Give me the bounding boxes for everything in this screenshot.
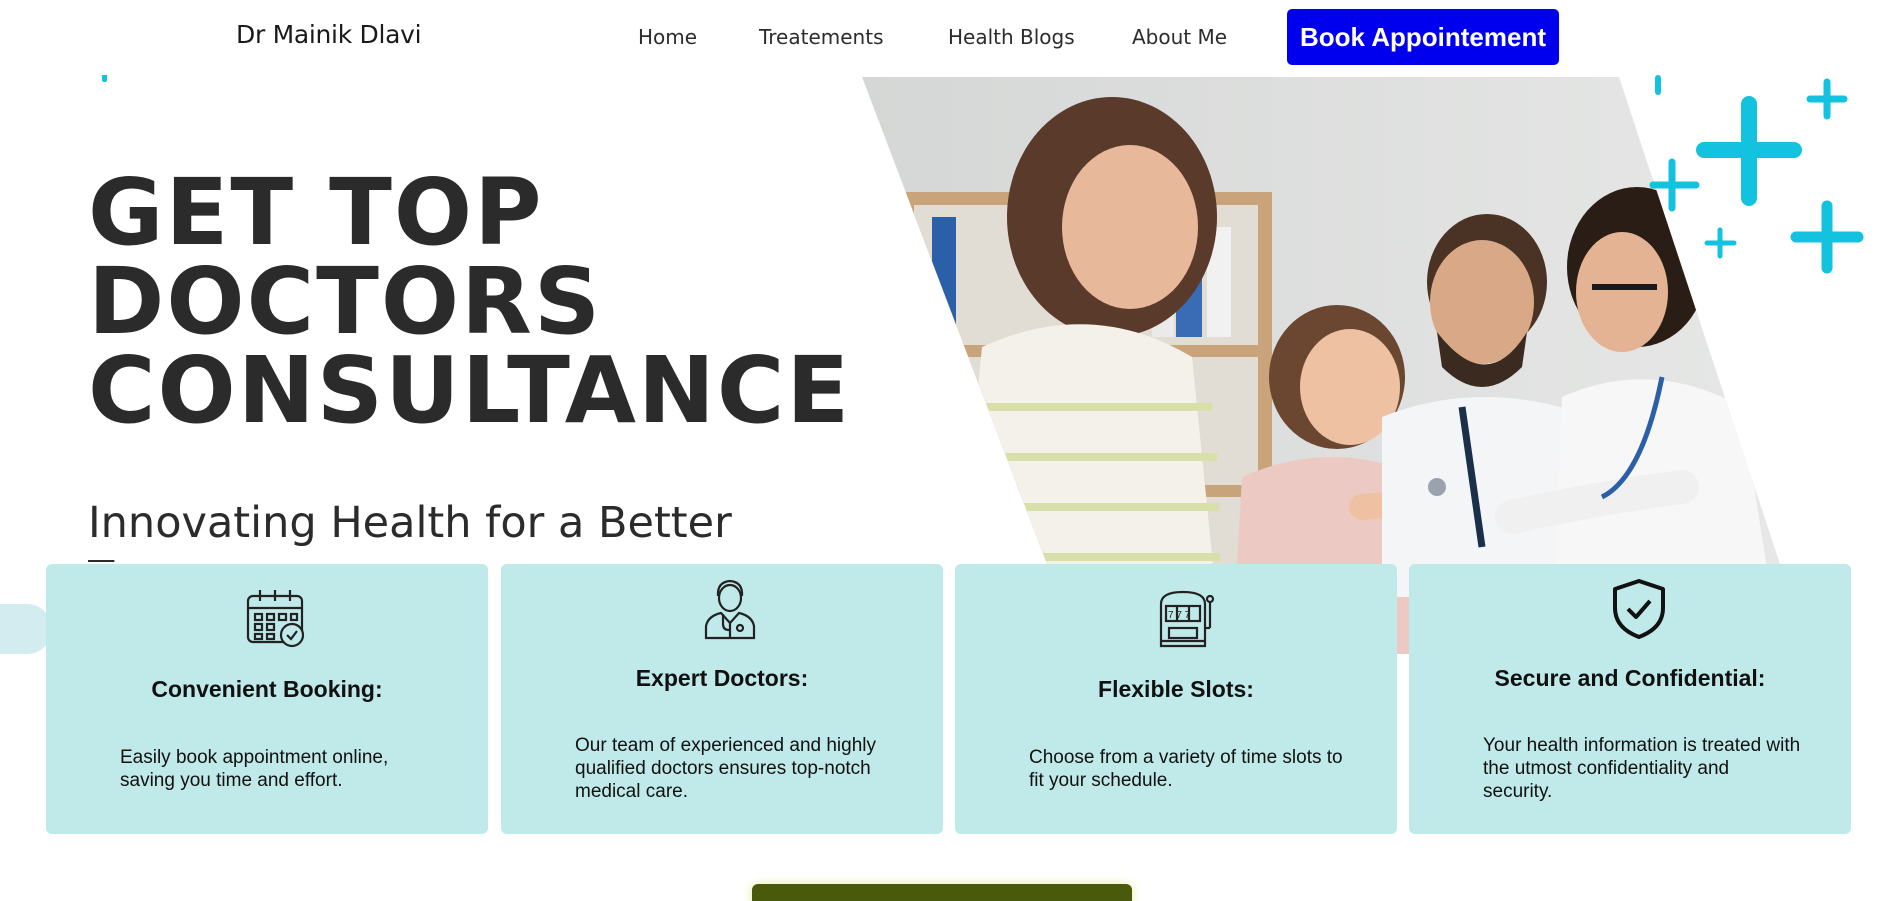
nav-treatments[interactable]: Treatements: [759, 25, 884, 49]
feature-title: Secure and Confidential:: [1494, 665, 1766, 691]
hero-subtitle: Innovating Health for a Better Tomorrow: [88, 498, 732, 562]
feature-title: Expert Doctors:: [635, 665, 809, 691]
decorative-blob: [0, 604, 52, 654]
feature-title: Flexible Slots:: [1098, 676, 1254, 702]
decorative-plus-icons: [1649, 75, 1864, 274]
feature-card-slots: 7 7 7 Flexible Slots: Choose from a vari…: [955, 564, 1397, 834]
svg-text:7 7 7: 7 7 7: [1168, 610, 1191, 621]
feature-description: Your health information is treated with …: [1483, 735, 1801, 802]
hero-title-line: DOCTORS: [88, 248, 603, 355]
site-brand[interactable]: Dr Mainik Dlavi: [236, 20, 422, 49]
slot-machine-icon: 7 7 7: [1159, 590, 1215, 648]
hero-subtitle-wrap: Innovating Health for a Better Tomorrow: [88, 496, 788, 562]
site-header: Dr Mainik Dlavi Home Treatements Health …: [0, 0, 1892, 75]
shield-check-icon: [1613, 579, 1665, 639]
nav-home[interactable]: Home: [638, 25, 697, 49]
hero-title-line: CONSULTANCE: [88, 337, 852, 444]
hero-title-line: GET TOP: [88, 159, 544, 266]
feature-description: Easily book appointment online, saving y…: [120, 747, 389, 791]
feature-card-doctors: Expert Doctors: Our team of experienced …: [501, 564, 943, 834]
calendar-check-icon: [246, 590, 305, 648]
hero-title: GET TOP DOCTORS CONSULTANCE: [88, 159, 852, 444]
feature-card-booking: Convenient Booking: Easily book appointm…: [46, 564, 488, 834]
feature-description: Choose from a variety of time slots to f…: [1029, 747, 1343, 791]
nav-health-blogs[interactable]: Health Blogs: [948, 25, 1075, 49]
book-appointment-button[interactable]: Book Appointement: [1287, 9, 1559, 65]
feature-description: Our team of experienced and highly quali…: [575, 735, 877, 802]
feature-title: Convenient Booking:: [151, 676, 383, 702]
bottom-action-button[interactable]: [752, 884, 1132, 901]
feature-card-secure: Secure and Confidential: Your health inf…: [1409, 564, 1851, 834]
nav-about-me[interactable]: About Me: [1132, 25, 1227, 49]
doctor-icon: [704, 579, 756, 640]
